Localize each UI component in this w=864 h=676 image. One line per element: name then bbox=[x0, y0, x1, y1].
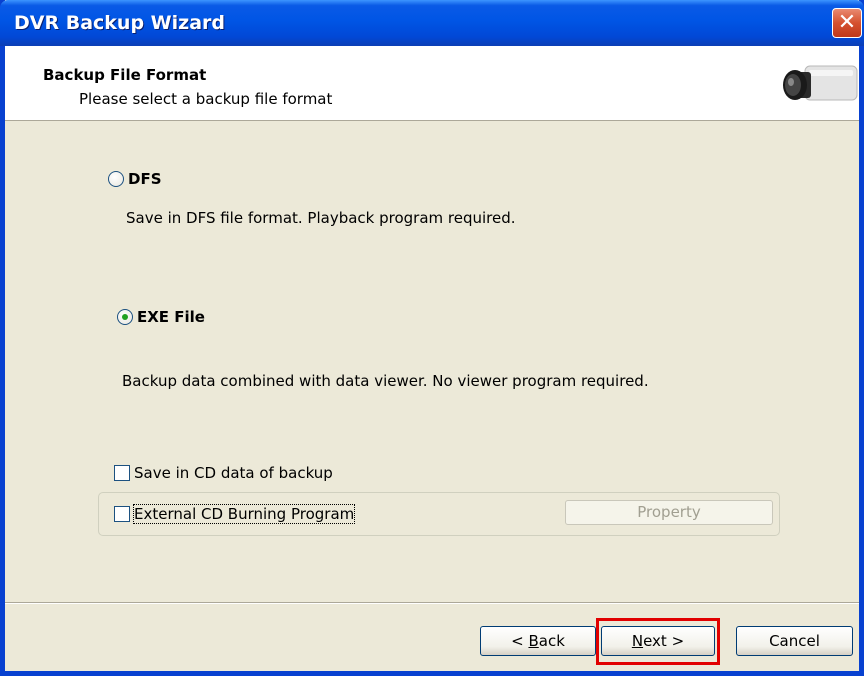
back-label-post: ack bbox=[538, 632, 565, 650]
property-button[interactable]: Property bbox=[565, 500, 773, 525]
checkbox-external-cd-label[interactable]: External CD Burning Program bbox=[132, 504, 356, 524]
title-bar[interactable]: DVR Backup Wizard ✕ bbox=[0, 0, 864, 46]
next-button-highlight bbox=[596, 618, 720, 665]
dfs-description: Save in DFS file format. Playback progra… bbox=[126, 209, 516, 227]
wizard-header: Backup File Format Please select a backu… bbox=[5, 46, 859, 121]
checkbox-external-cd[interactable]: External CD Burning Program bbox=[114, 504, 356, 524]
checkbox-save-cd[interactable]: Save in CD data of backup bbox=[114, 464, 333, 482]
page-subtitle: Please select a backup file format bbox=[79, 90, 333, 108]
checkbox-save-cd-label[interactable]: Save in CD data of backup bbox=[134, 464, 333, 482]
checkbox-save-cd-box[interactable] bbox=[114, 465, 130, 481]
radio-dfs-label[interactable]: DFS bbox=[128, 170, 162, 188]
radio-exe[interactable]: EXE File bbox=[117, 308, 205, 326]
cancel-button[interactable]: Cancel bbox=[736, 626, 853, 656]
close-icon: ✕ bbox=[837, 10, 857, 35]
checkbox-external-cd-box[interactable] bbox=[114, 506, 130, 522]
radio-selected-dot bbox=[122, 314, 128, 320]
radio-dfs[interactable]: DFS bbox=[108, 170, 162, 188]
back-label-accel: B bbox=[528, 632, 539, 650]
close-button[interactable]: ✕ bbox=[832, 8, 862, 38]
radio-dfs-circle[interactable] bbox=[108, 171, 124, 187]
back-label-pre: < bbox=[511, 632, 529, 650]
back-button[interactable]: < Back bbox=[480, 626, 596, 656]
window-title: DVR Backup Wizard bbox=[14, 12, 225, 34]
page-title: Backup File Format bbox=[43, 66, 207, 84]
radio-exe-circle[interactable] bbox=[117, 309, 133, 325]
camera-icon bbox=[783, 65, 858, 101]
exe-description: Backup data combined with data viewer. N… bbox=[122, 372, 649, 390]
radio-exe-label[interactable]: EXE File bbox=[137, 308, 205, 326]
footer-separator bbox=[5, 602, 859, 604]
